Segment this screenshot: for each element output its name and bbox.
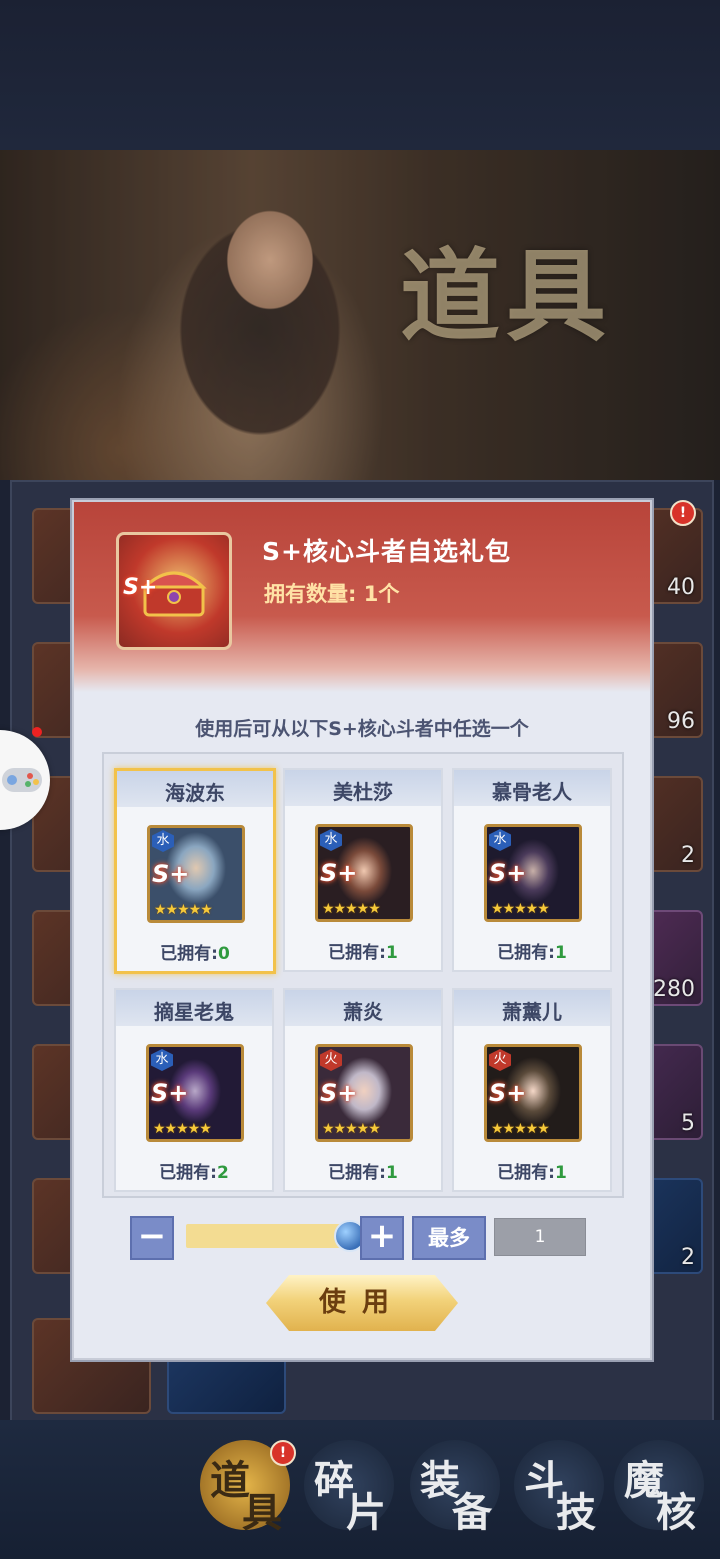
nav-notification-badge: ! <box>270 1440 296 1466</box>
character-card-zhaixinglaogui[interactable]: 摘星老鬼 水 S+ ★★★★★ 已拥有:2 <box>114 988 274 1192</box>
item-icon: S+ <box>116 532 232 650</box>
nav-tab-char: 片 <box>346 1489 386 1536</box>
owned-value: 0 <box>217 944 230 964</box>
notification-badge: ! <box>670 500 696 526</box>
character-name: 萧炎 <box>343 1000 383 1024</box>
item-title: S+核心斗者自选礼包 <box>262 537 511 566</box>
nav-tab-skills[interactable]: 斗 技 <box>514 1440 604 1536</box>
water-element-icon: 水 <box>152 830 174 852</box>
increase-button[interactable]: + <box>360 1216 404 1260</box>
banner-character-art <box>150 150 380 480</box>
gamepad-icon <box>2 768 42 792</box>
item-count: 40 <box>667 575 695 600</box>
quantity-slider[interactable] <box>186 1224 350 1248</box>
gift-pack-dialog: S+ S+核心斗者自选礼包 拥有数量: 1个 使用后可从以下S+核心斗者中任选一… <box>72 500 652 1360</box>
owned-quantity-value: 1个 <box>363 582 400 606</box>
floating-notification-dot <box>32 727 42 737</box>
item-rank-label: S+ <box>123 575 158 600</box>
rank-label: S+ <box>320 1079 358 1107</box>
owned-label: 已拥有: <box>328 1163 386 1183</box>
owned-count: 已拥有:1 <box>454 1158 610 1183</box>
water-element-icon: 水 <box>489 829 511 851</box>
character-name: 海波东 <box>165 781 225 805</box>
owned-label: 已拥有: <box>497 1163 555 1183</box>
nav-tab-fragments[interactable]: 碎 片 <box>304 1440 394 1536</box>
nav-tab-char: 核 <box>656 1489 696 1536</box>
character-portrait: 水 S+ ★★★★★ <box>146 1044 244 1142</box>
star-rating: ★★★★★ <box>153 1121 212 1137</box>
nav-tab-equipment[interactable]: 装 备 <box>410 1440 500 1536</box>
water-element-icon: 水 <box>320 829 342 851</box>
owned-quantity-label: 拥有数量: <box>264 582 357 606</box>
owned-label: 已拥有: <box>328 943 386 963</box>
owned-count: 已拥有:1 <box>285 1158 441 1183</box>
owned-value: 1 <box>554 943 567 963</box>
item-count: 2 <box>681 843 695 868</box>
fire-element-icon: 火 <box>320 1049 342 1071</box>
max-button[interactable]: 最多 <box>412 1216 486 1260</box>
character-card-xiaoyan[interactable]: 萧炎 火 S+ ★★★★★ 已拥有:1 <box>283 988 443 1192</box>
fire-element-icon: 火 <box>489 1049 511 1071</box>
owned-quantity: 拥有数量: 1个 <box>264 578 399 608</box>
character-portrait: 火 S+ ★★★★★ <box>315 1044 413 1142</box>
decrease-button[interactable]: − <box>130 1216 174 1260</box>
owned-label: 已拥有: <box>160 944 218 964</box>
item-count: 96 <box>667 709 695 734</box>
status-area <box>0 0 720 150</box>
owned-count: 已拥有:1 <box>454 938 610 963</box>
character-name: 慕骨老人 <box>492 780 572 804</box>
star-rating: ★★★★★ <box>322 1121 381 1137</box>
star-rating: ★★★★★ <box>154 902 213 918</box>
owned-count: 已拥有:0 <box>117 939 273 964</box>
rank-label: S+ <box>151 1079 189 1107</box>
item-count: 5 <box>681 1111 695 1136</box>
rank-label: S+ <box>152 860 190 888</box>
owned-label: 已拥有: <box>497 943 555 963</box>
character-card-haibodong[interactable]: 海波东 水 S+ ★★★★★ 已拥有:0 <box>114 768 276 974</box>
nav-tab-char: 具 <box>242 1489 282 1536</box>
nav-tab-char: 备 <box>452 1489 492 1536</box>
rank-label: S+ <box>489 1079 527 1107</box>
rank-label: S+ <box>489 859 527 887</box>
character-portrait: 水 S+ ★★★★★ <box>147 825 245 923</box>
nav-tab-char: 技 <box>556 1489 596 1536</box>
owned-value: 1 <box>554 1163 567 1183</box>
rank-label: S+ <box>320 859 358 887</box>
character-portrait: 水 S+ ★★★★★ <box>484 824 582 922</box>
star-rating: ★★★★★ <box>491 901 550 917</box>
item-count: 280 <box>653 977 695 1002</box>
star-rating: ★★★★★ <box>491 1121 550 1137</box>
owned-count: 已拥有:2 <box>116 1158 272 1183</box>
owned-label: 已拥有: <box>159 1163 217 1183</box>
water-element-icon: 水 <box>151 1049 173 1071</box>
character-portrait: 火 S+ ★★★★★ <box>484 1044 582 1142</box>
owned-value: 2 <box>216 1163 229 1183</box>
dialog-description: 使用后可从以下S+核心斗者中任选一个 <box>195 718 529 740</box>
banner-title: 道具 <box>400 237 612 355</box>
star-rating: ★★★★★ <box>322 901 381 917</box>
character-card-muguelaoren[interactable]: 慕骨老人 水 S+ ★★★★★ 已拥有:1 <box>452 768 612 972</box>
character-name: 摘星老鬼 <box>154 1000 234 1024</box>
owned-value: 1 <box>385 943 398 963</box>
character-portrait: 水 S+ ★★★★★ <box>315 824 413 922</box>
owned-count: 已拥有:1 <box>285 938 441 963</box>
character-card-meidusha[interactable]: 美杜莎 水 S+ ★★★★★ 已拥有:1 <box>283 768 443 972</box>
character-name: 美杜莎 <box>333 780 393 804</box>
quantity-input[interactable]: 1 <box>494 1218 586 1256</box>
item-count: 2 <box>681 1245 695 1270</box>
character-grid: 海波东 水 S+ ★★★★★ 已拥有:0 美杜莎 水 S+ ★★★★★ 已拥有:… <box>102 752 624 1198</box>
character-card-xiaoxuner[interactable]: 萧薰儿 火 S+ ★★★★★ 已拥有:1 <box>452 988 612 1192</box>
owned-value: 1 <box>385 1163 398 1183</box>
use-button[interactable]: 使用 <box>266 1275 458 1331</box>
nav-tab-magic-core[interactable]: 魔 核 <box>614 1440 704 1536</box>
character-name: 萧薰儿 <box>502 1000 562 1024</box>
